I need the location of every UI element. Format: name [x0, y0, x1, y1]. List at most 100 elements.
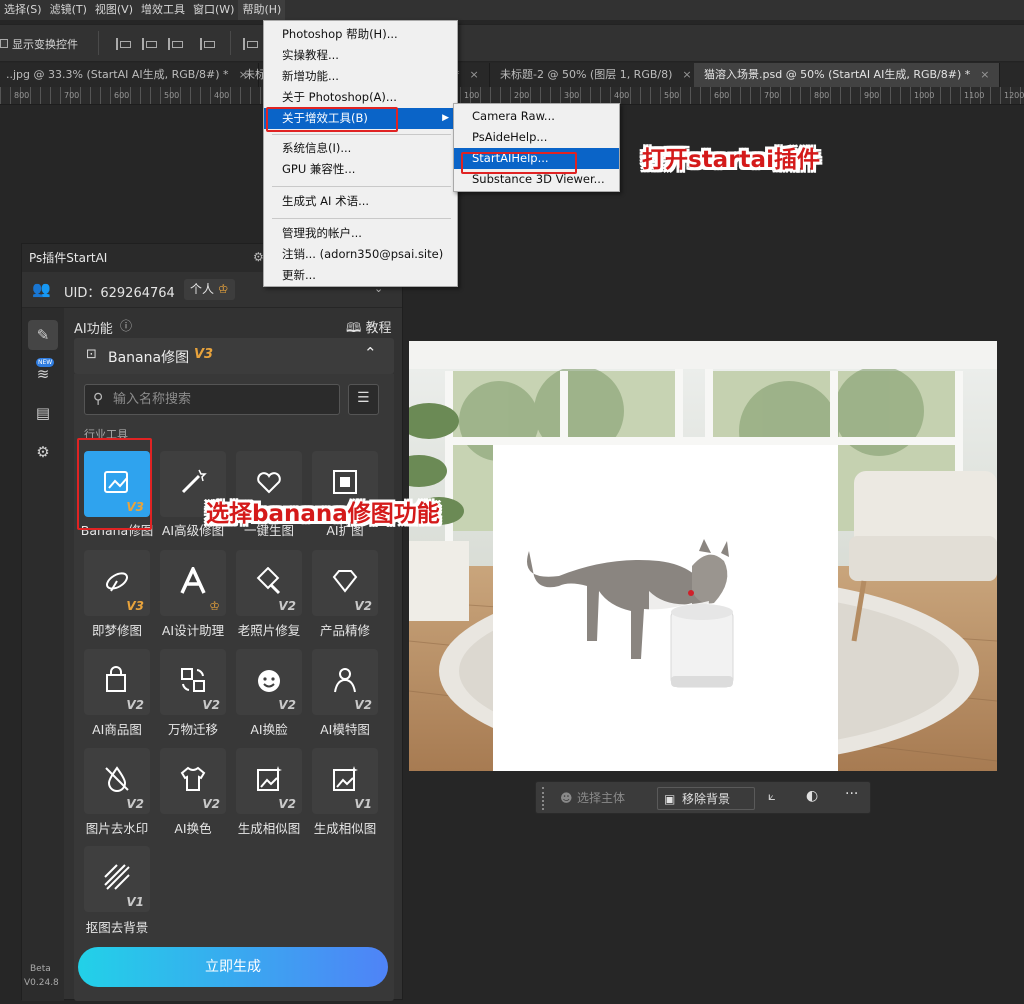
version-badge: V1: [354, 797, 372, 811]
tshirt-icon: [180, 766, 206, 791]
menu-item-sign-out[interactable]: 注销... (adorn350@psai.site): [264, 244, 457, 265]
remove-background-button[interactable]: ▣ 移除背景: [657, 787, 755, 810]
image-icon: ▣: [664, 792, 676, 806]
search-input[interactable]: ⚲ 输入名称搜索: [84, 384, 340, 415]
tool-label: AI换脸: [250, 722, 288, 737]
contrast-icon[interactable]: ◐: [806, 788, 818, 804]
tool-tile-photo-restore[interactable]: V2: [236, 550, 302, 616]
menu-item-system-info[interactable]: 系统信息(I)...: [264, 138, 457, 159]
menu-plugins[interactable]: 增效工具: [137, 0, 189, 20]
account-type: 个人: [190, 282, 215, 296]
select-subject-button[interactable]: ☻ 选择主体: [553, 787, 651, 810]
more-icon[interactable]: ···: [845, 786, 858, 802]
person-icon: ☻: [560, 791, 573, 805]
chevron-up-icon[interactable]: ⌃: [364, 344, 377, 362]
align-left-icon[interactable]: [116, 38, 131, 50]
close-icon[interactable]: ×: [980, 68, 989, 81]
hatch-icon: [104, 864, 130, 890]
align-center-icon[interactable]: [142, 38, 157, 50]
menu-item-whats-new[interactable]: 新增功能...: [264, 66, 457, 87]
gear-icon[interactable]: ⚙: [28, 437, 58, 467]
tab-doc-1[interactable]: ..jpg @ 33.3% (StartAI AI生成, RGB/8#) * ×: [0, 63, 259, 87]
ruler-tick: 1000: [914, 91, 935, 100]
tab-label: 猫溶入场景.psd @ 50% (StartAI AI生成, RGB/8#) *: [704, 68, 971, 81]
menu-separator: [272, 186, 451, 187]
tool-tile-model-image[interactable]: V2: [312, 649, 378, 715]
tool-tile-remove-background[interactable]: V1: [84, 846, 150, 912]
menu-item-gpu-compat[interactable]: GPU 兼容性...: [264, 159, 457, 180]
uid-text: UID：629264764: [64, 286, 175, 301]
ruler-tick: 600: [714, 91, 730, 100]
drag-handle[interactable]: [542, 787, 546, 810]
version-badge: V1: [126, 895, 144, 909]
tool-tile-watermark-remove[interactable]: V2: [84, 748, 150, 814]
ruler-tick: 500: [664, 91, 680, 100]
ruler-tick: 300: [564, 91, 580, 100]
align-right-icon[interactable]: [168, 38, 183, 50]
close-icon[interactable]: ×: [682, 68, 691, 81]
version-badge: V2: [354, 599, 372, 613]
room-scene-image: [409, 341, 997, 771]
menu-item-psaidehelp[interactable]: PsAideHelp...: [454, 127, 619, 148]
menu-window[interactable]: 窗口(W): [189, 0, 238, 20]
contextual-task-bar: ☻ 选择主体 ▣ 移除背景 ⟀ ◐ ···: [535, 781, 871, 814]
image-sparkle-icon: [333, 766, 358, 791]
ruler-tick: 200: [514, 91, 530, 100]
crop-icon[interactable]: ⟀: [768, 789, 776, 804]
ruler-tick: 600: [114, 91, 130, 100]
tool-tile-product-image[interactable]: V2: [84, 649, 150, 715]
tool-tile-design-assistant[interactable]: ♔: [160, 550, 226, 616]
tool-tile-jimeng[interactable]: V3: [84, 550, 150, 616]
menu-view[interactable]: 视图(V): [91, 0, 137, 20]
tool-label: 图片去水印: [85, 821, 149, 836]
document-icon[interactable]: ▤: [28, 398, 58, 428]
users-icon: 👥: [32, 280, 51, 298]
distribute-icon[interactable]: [243, 38, 258, 50]
tool-label: AI设计助理: [161, 623, 225, 638]
tool-label: 生成相似图: [313, 821, 377, 836]
menu-help[interactable]: 帮助(H): [238, 0, 286, 20]
banana-version-badge: V3: [194, 347, 214, 362]
callout-open-plugin: 打开startai插件: [642, 147, 820, 173]
document-image[interactable]: [409, 341, 997, 771]
show-transform-label: 显示变换控件: [12, 38, 78, 51]
show-transform-checkbox[interactable]: [0, 39, 8, 48]
menu-item-tutorials[interactable]: 实操教程...: [264, 45, 457, 66]
menu-item-genai-glossary[interactable]: 生成式 AI 术语...: [264, 191, 457, 212]
account-badge[interactable]: 个人 ♔: [184, 279, 235, 300]
menu-filter[interactable]: 滤镜(T): [46, 0, 91, 20]
list-view-button[interactable]: ☰: [348, 384, 379, 415]
tool-tile-face-swap[interactable]: V2: [236, 649, 302, 715]
tool-tile-recolor[interactable]: V2: [160, 748, 226, 814]
menu-select[interactable]: 选择(S): [0, 0, 46, 20]
close-icon[interactable]: ×: [470, 68, 479, 81]
document-tabs: ..jpg @ 33.3% (StartAI AI生成, RGB/8#) * × …: [0, 63, 1024, 87]
tab-doc-2[interactable]: 未标: [234, 63, 266, 87]
version-badge: V2: [202, 698, 220, 712]
tool-tile-object-transfer[interactable]: V2: [160, 649, 226, 715]
edit-icon[interactable]: ✎: [28, 320, 58, 350]
tab-doc-active[interactable]: 猫溶入场景.psd @ 50% (StartAI AI生成, RGB/8#) *…: [694, 63, 1001, 87]
tool-label: 万物迁移: [167, 722, 218, 737]
menu-item-updates[interactable]: 更新...: [264, 265, 457, 286]
menu-item-photoshop-help[interactable]: Photoshop 帮助(H)...: [264, 24, 457, 45]
align-top-icon[interactable]: [200, 38, 215, 50]
tool-tile-similar-v1[interactable]: V1: [312, 748, 378, 814]
tool-tile-similar-v2[interactable]: V2: [236, 748, 302, 814]
tool-tile-product-retouch[interactable]: V2: [312, 550, 378, 616]
menu-separator: [272, 218, 451, 219]
menu-item-manage-account[interactable]: 管理我的帐户...: [264, 223, 457, 244]
info-icon[interactable]: ⓘ: [120, 317, 132, 334]
panel-content: AI功能 ⓘ 🕮 教程 ⊡ Banana修图 V3 ⌃ ⚲ 输入名称搜索 ☰ 行…: [64, 308, 402, 1001]
menu-item-camera-raw[interactable]: Camera Raw...: [454, 106, 619, 127]
swap-icon: [181, 668, 205, 692]
menu-item-about-photoshop[interactable]: 关于 Photoshop(A)...: [264, 87, 457, 108]
version-badge: V2: [278, 599, 296, 613]
tab-doc-4[interactable]: 未标题-2 @ 50% (图层 1, RGB/8) ×: [490, 63, 703, 87]
generate-button[interactable]: 立即生成: [78, 947, 388, 987]
banana-section-header[interactable]: ⊡ Banana修图 V3 ⌃: [74, 338, 394, 374]
options-bar: 显示变换控件: [0, 24, 1024, 62]
ruler-tick: 700: [764, 91, 780, 100]
tab-label: ..jpg @ 33.3% (StartAI AI生成, RGB/8#) *: [6, 68, 229, 81]
ruler-tick: 500: [164, 91, 180, 100]
